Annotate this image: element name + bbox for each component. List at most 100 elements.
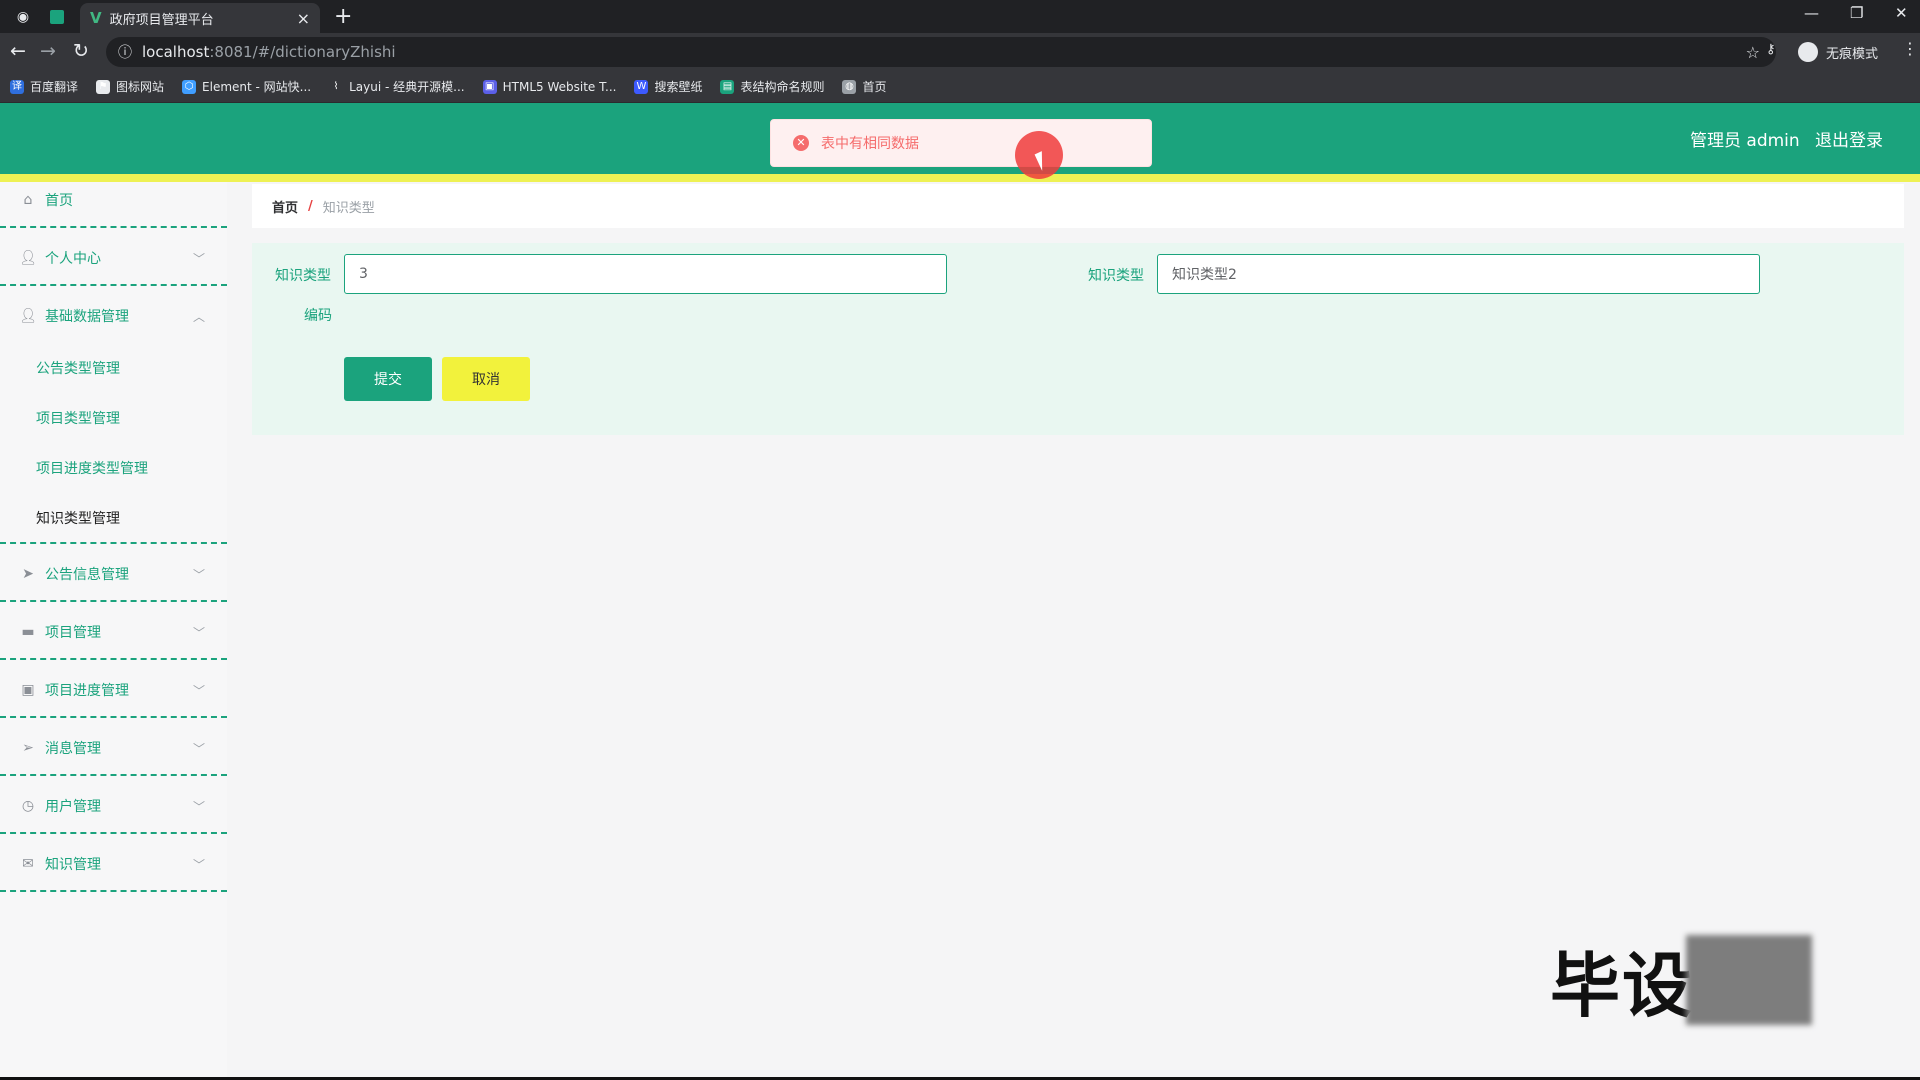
browser-tab[interactable]: V 政府项目管理平台 × <box>80 3 320 33</box>
bookmark-label: HTML5 Website T... <box>502 79 617 94</box>
knowledge-type-input[interactable]: 知识类型2 <box>1157 254 1760 294</box>
bookmark-item[interactable]: 译百度翻译 <box>10 78 78 95</box>
sidebar-item-label: 首页 <box>45 193 73 209</box>
mail-icon: ✉ <box>22 856 34 872</box>
sidebar-item-message[interactable]: ➢ 消息管理 ﹀ <box>0 720 227 776</box>
bookmark-favicon-icon: ⚑ <box>96 79 111 94</box>
user-icon: 👤︎ <box>19 308 37 324</box>
sidebar-item-label: 用户管理 <box>45 799 101 815</box>
bookmark-favicon-icon: ◍ <box>842 79 857 94</box>
site-info-icon[interactable]: ⓘ <box>118 42 132 62</box>
submenu-project-type[interactable]: 项目类型管理 <box>36 408 120 428</box>
chevron-down-icon: ﹀ <box>192 799 205 814</box>
sidebar-item-personal-center[interactable]: 👤︎ 个人中心 ﹀ <box>0 230 227 286</box>
bookmark-star-icon[interactable]: ☆ <box>1746 43 1760 62</box>
url-host: localhost <box>142 43 210 61</box>
tab-title: 政府项目管理平台 <box>109 12 214 28</box>
header-accent-line <box>0 174 1920 182</box>
chevron-down-icon: ﹀ <box>192 683 205 698</box>
close-window-icon[interactable]: ✕ <box>1895 4 1908 22</box>
incognito-icon <box>1798 42 1818 62</box>
sidebar-item-label: 公告信息管理 <box>45 567 129 583</box>
bookmark-item[interactable]: ⬡ Element - 网站快... <box>182 78 311 95</box>
sidebar-item-user[interactable]: ◷ 用户管理 ﹀ <box>0 778 227 834</box>
incognito-indicator[interactable]: 无痕模式 <box>1798 42 1878 62</box>
minimize-icon[interactable]: — <box>1804 4 1819 22</box>
sidebar-item-basic-data[interactable]: 👤︎ 基础数据管理 ︿ <box>0 288 227 344</box>
back-icon[interactable]: ← <box>10 40 26 62</box>
restore-icon[interactable]: ❐ <box>1850 4 1863 22</box>
sidebar-item-knowledge[interactable]: ✉ 知识管理 ﹀ <box>0 836 227 892</box>
user-icon: 👤︎ <box>19 250 37 266</box>
bookmark-label: Layui - 经典开源模... <box>349 80 465 94</box>
logout-button[interactable]: 退出登录 <box>1815 126 1883 151</box>
sidebar-divider <box>0 226 227 228</box>
knowledge-type-label: 知识类型 <box>1088 268 1144 284</box>
sidebar-item-label: 消息管理 <box>45 741 101 757</box>
pinned-tab-icon[interactable] <box>50 10 64 24</box>
sidebar-item-label: 个人中心 <box>45 251 101 267</box>
watermark-blur <box>1686 935 1812 1025</box>
clock-icon: ◷ <box>21 798 35 814</box>
submenu-progress-type[interactable]: 项目进度类型管理 <box>36 458 148 478</box>
bookmark-label: Element - 网站快... <box>202 80 312 94</box>
submenu-knowledge-type[interactable]: 知识类型管理 <box>36 508 120 528</box>
sidebar-divider <box>0 890 227 892</box>
send-icon: ➤ <box>22 566 34 582</box>
chevron-down-icon: ﹀ <box>192 625 205 640</box>
more-menu-icon[interactable]: ⋮ <box>1902 39 1918 58</box>
bookmark-item[interactable]: ◍ 首页 <box>842 78 887 95</box>
sidebar-item-label: 基础数据管理 <box>45 309 129 325</box>
forward-icon[interactable]: → <box>40 40 56 62</box>
sidebar-divider <box>0 716 227 718</box>
bookmark-label: 图标网站 <box>116 80 165 94</box>
close-tab-icon[interactable]: × <box>297 9 310 28</box>
knowledge-type-code-input[interactable]: 3 <box>344 254 947 294</box>
bookmark-favicon-icon: ⬡ <box>182 79 197 94</box>
sidebar-item-progress[interactable]: ▣ 项目进度管理 ﹀ <box>0 662 227 718</box>
admin-user-label: 管理员 admin <box>1690 131 1800 151</box>
chat-icon: ▬ <box>21 624 35 640</box>
url-path: :8081/#/dictionaryZhishi <box>209 43 396 61</box>
bookmark-favicon-icon: ⌇ <box>329 79 344 94</box>
incognito-label: 无痕模式 <box>1826 46 1879 62</box>
bookmark-label: 首页 <box>862 80 887 94</box>
bookmarks-bar: 译百度翻译 ⚑ 图标网站 ⬡ Element - 网站快... ⌇ Layui - 经典开源… <box>0 71 1920 103</box>
cancel-button[interactable]: 取消 <box>442 357 530 401</box>
chevron-down-icon: ﹀ <box>192 741 205 756</box>
sidebar-divider <box>0 774 227 776</box>
bookmark-favicon-icon: ▤ <box>720 79 735 94</box>
navigation-icon: ➢ <box>22 740 34 756</box>
bookmark-label: 百度翻译 <box>30 80 79 94</box>
browser-menu-icon[interactable]: ◉ <box>12 6 34 28</box>
bookmark-item[interactable]: ▣ HTML5 Website T... <box>482 79 617 94</box>
password-key-icon[interactable]: ⚷ <box>1766 42 1776 57</box>
breadcrumb: 首页 / 知识类型 <box>252 184 1904 228</box>
bookmark-favicon-icon: W <box>634 79 649 94</box>
sidebar-divider <box>0 542 227 544</box>
bookmark-item[interactable]: ▤ 表结构命名规则 <box>720 78 824 95</box>
reload-icon[interactable]: ↻ <box>73 40 89 62</box>
chevron-down-icon: ﹀ <box>192 567 205 582</box>
sidebar-item-project[interactable]: ▬ 项目管理 ﹀ <box>0 604 227 660</box>
chevron-up-icon: ︿ <box>192 309 205 324</box>
breadcrumb-home[interactable]: 首页 <box>272 197 298 216</box>
bookmark-item[interactable]: ⚑ 图标网站 <box>96 78 164 95</box>
chevron-down-icon: ﹀ <box>192 251 205 266</box>
bookmark-favicon-icon: ▣ <box>482 79 497 94</box>
sidebar-item-notice[interactable]: ➤ 公告信息管理 ﹀ <box>0 546 227 602</box>
submit-button[interactable]: 提交 <box>344 357 432 401</box>
sidebar-divider <box>0 600 227 602</box>
sidebar-item-home[interactable]: ⌂ 首页 <box>0 172 227 228</box>
chevron-down-icon: ﹀ <box>192 857 205 872</box>
breadcrumb-separator: / <box>308 198 313 214</box>
sidebar-item-label: 项目进度管理 <box>45 683 129 699</box>
bookmark-label: 搜索壁纸 <box>654 80 703 94</box>
bookmark-item[interactable]: ⌇ Layui - 经典开源模... <box>329 78 465 95</box>
bookmark-item[interactable]: W 搜索壁纸 <box>634 78 702 95</box>
submenu-notice-type[interactable]: 公告类型管理 <box>36 358 120 378</box>
new-tab-button[interactable]: + <box>334 4 352 29</box>
watermark-text: 毕设 <box>1550 945 1694 1027</box>
url-input[interactable]: ⓘ localhost:8081/#/dictionaryZhishi ☆ <box>106 37 1776 67</box>
knowledge-type-code-label: 知识类型 <box>275 268 331 284</box>
